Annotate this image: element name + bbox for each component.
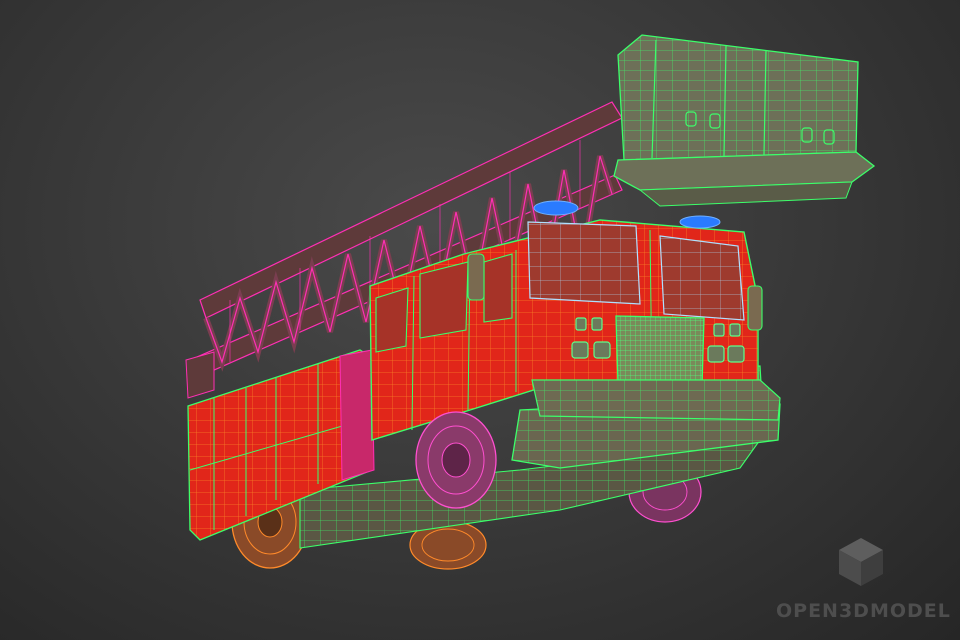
watermark-text: OPEN3DMODEL	[776, 600, 951, 622]
front-grille	[615, 315, 705, 387]
fire-truck-wireframe-render	[185, 34, 876, 570]
3d-viewport[interactable]: OPEN3DMODEL	[0, 0, 960, 640]
front-bumper	[531, 379, 781, 421]
aerial-platform-basket	[613, 34, 876, 207]
cube-logo-icon	[839, 538, 883, 586]
front-wheel-near	[415, 411, 497, 509]
